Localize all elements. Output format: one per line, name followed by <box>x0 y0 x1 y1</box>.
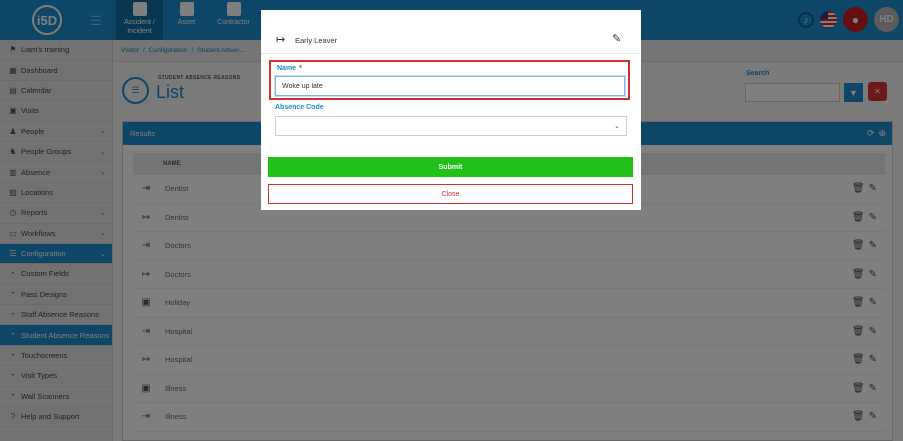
close-button[interactable]: Close <box>268 184 633 204</box>
modal-header: ↦ Early Leaver ✎ <box>261 10 641 54</box>
name-field-group: Name * <box>269 60 630 100</box>
modal-title: Early Leaver <box>295 36 338 45</box>
absence-code-select[interactable]: ⌄ <box>275 116 627 136</box>
submit-button[interactable]: Submit <box>268 157 633 177</box>
required-marker: * <box>299 65 302 72</box>
edit-reason-modal: ↦ Early Leaver ✎ Name* Absence Code ⌄ Su… <box>261 10 641 210</box>
name-input[interactable] <box>275 76 625 96</box>
name-label: Name * <box>277 65 302 72</box>
name-label-text: Name <box>277 65 297 72</box>
chevron-down-icon: ⌄ <box>614 123 620 130</box>
sign-out-icon: ↦ <box>276 34 286 46</box>
pencil-icon[interactable]: ✎ <box>612 32 621 45</box>
absence-code-label: Absence Code <box>275 104 324 111</box>
